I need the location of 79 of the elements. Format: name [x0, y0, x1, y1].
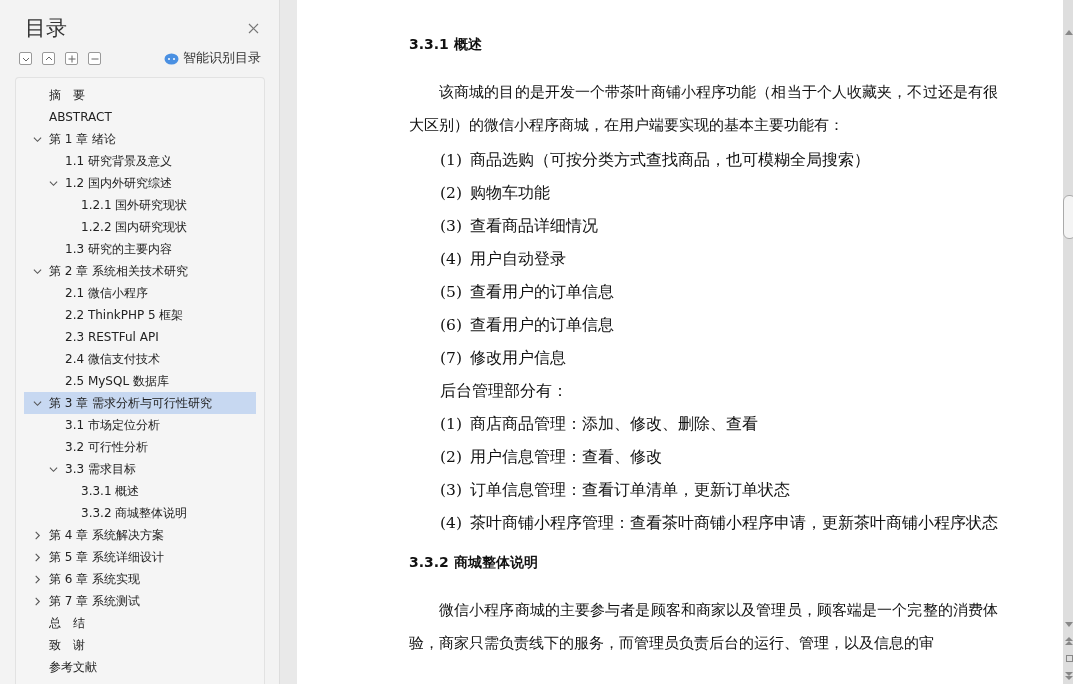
sidebar-title: 目录 [25, 15, 67, 42]
list-text: 购物车功能 [469, 183, 550, 204]
square-icon[interactable] [1065, 655, 1073, 662]
chevron-icon [32, 596, 42, 606]
toc-item[interactable]: 1.3 研究的主要内容 [24, 238, 256, 260]
toc-item[interactable]: 第 4 章 系统解决方案 [24, 524, 256, 546]
collapse-all-button[interactable] [42, 52, 55, 65]
toc-item[interactable]: 3.3 需求目标 [24, 458, 256, 480]
paragraph: 微信小程序商城的主要参与者是顾客和商家以及管理员，顾客端是一个完整的消费体验，商家只需负责线下的服务，而管理员负责后台的运行、管理，以及信息的审 [409, 600, 998, 654]
collapse-level-button[interactable] [88, 52, 101, 65]
toc-item[interactable]: 3.2 可行性分析 [24, 436, 256, 458]
list-text: 查看用户的订单信息 [469, 315, 614, 336]
list-text: 商品选购（可按分类方式查找商品，也可模糊全局搜索） [469, 150, 870, 171]
toc-item[interactable]: 3.3.2 商城整体说明 [24, 502, 256, 524]
chevron-icon [32, 134, 42, 144]
chevron-icon [32, 574, 42, 584]
smart-toc-button[interactable]: 智能识别目录 [164, 50, 261, 67]
list-number: (3) [440, 216, 462, 237]
close-icon [248, 22, 259, 34]
list-number: (1) [440, 150, 462, 171]
paragraph: 该商城的目的是开发一个带茶叶商铺小程序功能（相当于个人收藏夹，不过还是有很大区别）的微信小程序商城，在用户端要实现的基本主要功能有： [409, 82, 998, 136]
list-number: (6) [440, 315, 462, 336]
chevron-icon [32, 266, 42, 276]
toc-item[interactable]: 1.2.2 国内研究现状 [24, 216, 256, 238]
toc-item[interactable]: 2.5 MySQL 数据库 [24, 370, 256, 392]
toc-item[interactable]: 第 5 章 系统详细设计 [24, 546, 256, 568]
list-text: 茶叶商铺小程序管理：查看茶叶商铺小程序申请，更新茶叶商铺小程序状态 [469, 513, 998, 534]
list-number: (2) [440, 447, 462, 468]
list-number: (1) [440, 414, 462, 435]
toc-item[interactable]: 1.2 国内外研究综述 [24, 172, 256, 194]
list-text: 修改用户信息 [469, 348, 566, 369]
toc-item[interactable]: 2.4 微信支付技术 [24, 348, 256, 370]
list-number: (4) [440, 249, 462, 270]
toc-item[interactable]: 第 1 章 绪论 [24, 128, 256, 150]
toc-item[interactable]: 摘 要 [24, 84, 256, 106]
list-number: (7) [440, 348, 462, 369]
expand-all-button[interactable] [19, 52, 32, 65]
chevron-icon [48, 178, 58, 188]
toc-item[interactable]: 1.1 研究背景及意义 [24, 150, 256, 172]
toc-item[interactable]: ABSTRACT [24, 106, 256, 128]
chevron-icon [32, 530, 42, 540]
chevron-icon [32, 398, 42, 408]
toc-item[interactable]: 2.3 RESTFul API [24, 326, 256, 348]
list-text: 订单信息管理：查看订单清单，更新订单状态 [469, 480, 790, 501]
robot-icon [164, 52, 179, 65]
up-arrow-icon [1065, 30, 1073, 35]
text-line: 后台管理部分有： [440, 381, 568, 402]
toc-item[interactable]: 第 6 章 系统实现 [24, 568, 256, 590]
list-number: (4) [440, 513, 462, 534]
chevron-icon [32, 552, 42, 562]
list-number: (5) [440, 282, 462, 303]
toc-item[interactable]: 参考文献 [24, 656, 256, 678]
list-text: 查看商品详细情况 [469, 216, 598, 237]
toc-item[interactable]: 第 3 章 需求分析与可行性研究 [24, 392, 256, 414]
list-text: 用户自动登录 [469, 249, 566, 270]
down-arrow-icon [1065, 622, 1073, 627]
next-page-icon[interactable] [1065, 672, 1073, 680]
toc-item[interactable]: 1.2.1 国外研究现状 [24, 194, 256, 216]
section-heading: 3.3.1 概述 [409, 36, 483, 54]
list-text: 用户信息管理：查看、修改 [469, 447, 662, 468]
chevron-icon [48, 464, 58, 474]
toc-item[interactable]: 致 谢 [24, 634, 256, 656]
list-text: 查看用户的订单信息 [469, 282, 614, 303]
list-number: (3) [440, 480, 462, 501]
section-heading: 3.3.2 商城整体说明 [409, 554, 539, 572]
expand-level-button[interactable] [65, 52, 78, 65]
toc-item[interactable]: 2.2 ThinkPHP 5 框架 [24, 304, 256, 326]
previous-page-icon[interactable] [1065, 637, 1073, 645]
list-number: (2) [440, 183, 462, 204]
toc-item[interactable]: 总 结 [24, 612, 256, 634]
list-text: 商店商品管理：添加、修改、删除、查看 [469, 414, 758, 435]
toc-item[interactable]: 2.1 微信小程序 [24, 282, 256, 304]
scrollbar[interactable] [1062, 0, 1073, 684]
scrollbar-thumb[interactable] [1062, 195, 1073, 239]
toc-item[interactable]: 3.1 市场定位分析 [24, 414, 256, 436]
plus-icon [66, 53, 77, 64]
toc-item[interactable]: 第 2 章 系统相关技术研究 [24, 260, 256, 282]
toc-item[interactable]: 第 7 章 系统测试 [24, 590, 256, 612]
toc-item[interactable]: 3.3.1 概述 [24, 480, 256, 502]
